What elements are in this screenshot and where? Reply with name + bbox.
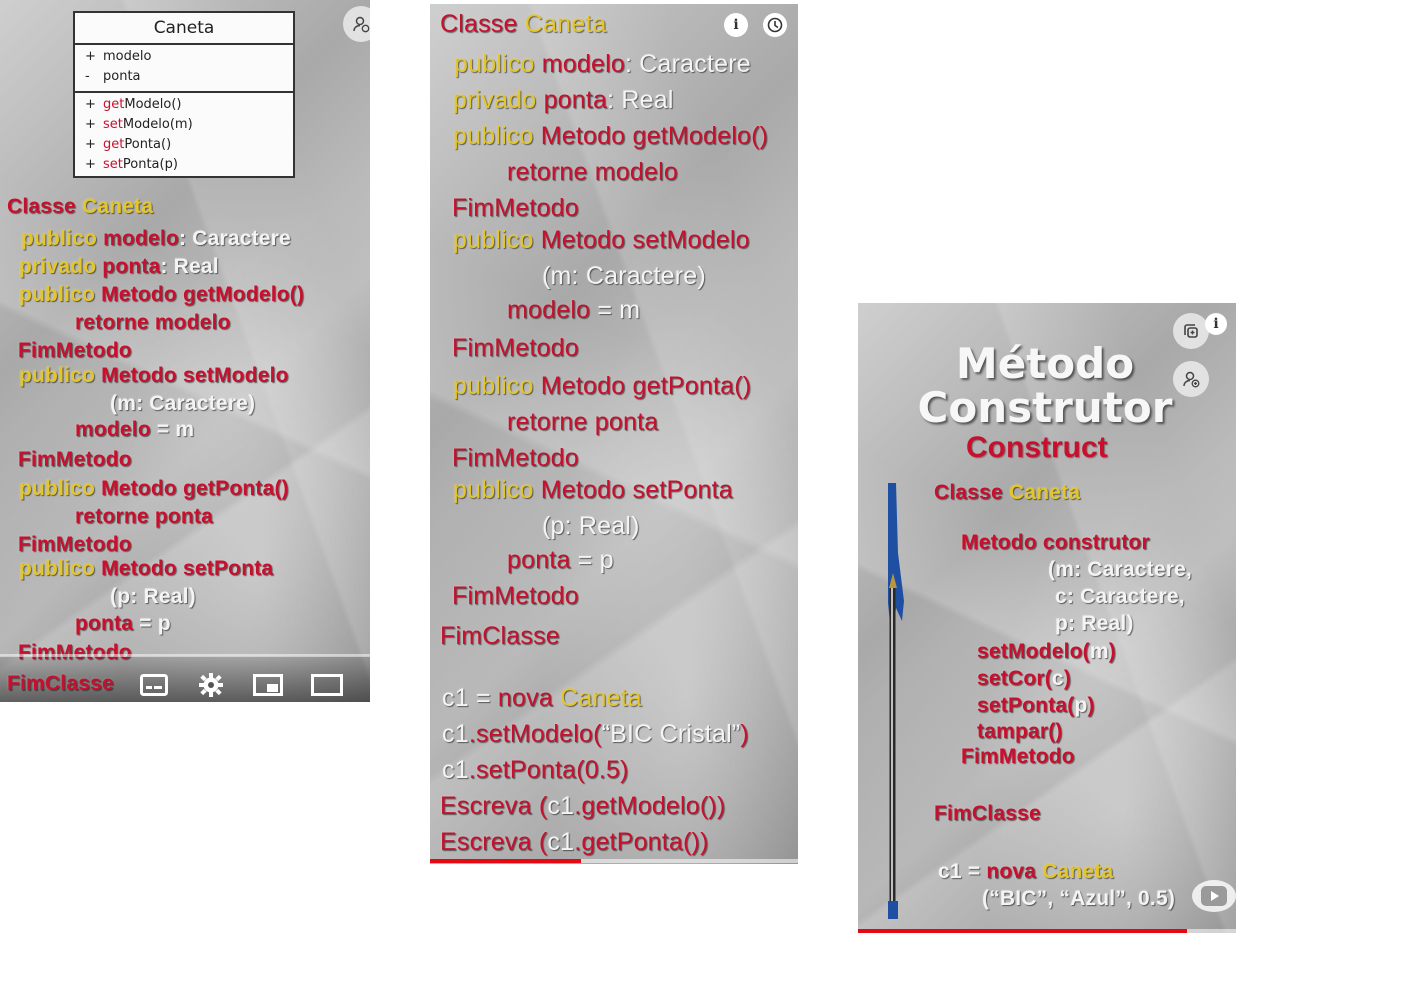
- code-line: FimMetodo: [18, 448, 132, 471]
- code-line: (p: Real): [110, 585, 196, 608]
- uml-method: + getPonta(): [85, 137, 172, 152]
- code-line: retorne modelo: [75, 311, 231, 334]
- uml-methods: + getModelo() + setModelo(m) + getPonta() +…: [75, 93, 293, 179]
- code-line: p: Real): [1055, 612, 1134, 635]
- code-line: FimMetodo: [452, 444, 579, 472]
- code-line: Escreva (c1.getPonta()): [440, 828, 709, 856]
- code-line: c: Caractere,: [1055, 585, 1185, 608]
- uml-method: + setModelo(m): [85, 117, 193, 132]
- code-line: publico Metodo getPonta(): [19, 477, 289, 500]
- code-line: Classe Caneta: [7, 195, 154, 218]
- bic-pen-image: [880, 481, 906, 923]
- code-line: FimMetodo: [452, 194, 579, 222]
- code-line: FimClasse: [934, 802, 1041, 825]
- code-line: publico Metodo setPonta: [453, 476, 733, 504]
- clock-icon[interactable]: [763, 13, 787, 37]
- code-line: (m: Caractere): [110, 392, 256, 415]
- code-line: modelo = m: [507, 296, 641, 324]
- code-line: setCor(c): [977, 667, 1072, 690]
- code-line: Classe Caneta: [934, 481, 1081, 504]
- uml-class-diagram: Caneta + modelo - ponta + getModelo() + setM…: [73, 11, 295, 178]
- code-line: publico Metodo getModelo(): [19, 283, 305, 306]
- code-line: publico Metodo setModelo: [19, 364, 289, 387]
- code-line: setPonta(p): [977, 694, 1095, 717]
- code-line: c1.setModelo(“BIC Cristal”): [442, 720, 749, 748]
- uml-method: + getModelo(): [85, 97, 182, 112]
- code-line: c1 = nova Caneta: [442, 684, 642, 712]
- code-line: publico Metodo setModelo: [453, 226, 750, 254]
- uml-attributes: + modelo - ponta: [75, 45, 293, 93]
- uml-attribute: - ponta: [85, 69, 141, 84]
- info-icon[interactable]: i: [724, 13, 748, 37]
- code-line: retorne ponta: [75, 505, 213, 528]
- code-line: publico modelo: Caractere: [454, 50, 751, 78]
- video-panel-left[interactable]: Caneta + modelo - ponta + getModelo() + setM…: [0, 0, 370, 702]
- video-subtitle: Construct: [966, 431, 1108, 464]
- code-line: privado ponta: Real: [453, 86, 674, 114]
- code-line: FimClasse: [7, 672, 114, 695]
- uml-class-name: Caneta: [75, 13, 293, 45]
- code-line: setModelo(m): [977, 640, 1116, 663]
- captions-icon[interactable]: [140, 674, 168, 696]
- code-line: (“BIC”, “Azul”, 0.5): [982, 887, 1176, 910]
- progress-track[interactable]: [0, 654, 370, 657]
- code-line: FimMetodo: [452, 334, 579, 362]
- settings-icon[interactable]: [198, 672, 224, 698]
- code-line: c1 = nova Caneta: [938, 860, 1114, 883]
- video-title-line2: Construtor: [917, 383, 1173, 432]
- code-line: retorne modelo: [507, 158, 678, 186]
- code-line: modelo = m: [75, 418, 195, 441]
- code-line: FimMetodo: [452, 582, 579, 610]
- video-title: Método: [955, 339, 1135, 388]
- code-line: tampar(): [977, 720, 1063, 743]
- code-line: FimMetodo: [18, 533, 132, 556]
- youtube-play-icon[interactable]: [1192, 880, 1236, 912]
- code-line: FimMetodo: [961, 745, 1075, 768]
- theater-mode-icon[interactable]: [311, 674, 343, 696]
- code-line: Classe Caneta: [440, 10, 607, 38]
- video-panel-right[interactable]: i Método Construtor Construct Classe Can…: [858, 303, 1236, 933]
- code-line: ponta = p: [507, 546, 614, 574]
- code-line: (m: Caractere): [542, 262, 706, 290]
- miniplayer-icon[interactable]: [253, 674, 283, 696]
- info-icon[interactable]: i: [1205, 313, 1227, 335]
- code-line: (p: Real): [542, 512, 640, 540]
- progress-fill: [858, 929, 1187, 933]
- code-line: publico Metodo setPonta: [19, 557, 274, 580]
- code-line: publico modelo: Caractere: [21, 227, 291, 250]
- progress-fill: [430, 859, 581, 863]
- code-line: privado ponta: Real: [19, 255, 219, 278]
- code-line: ponta = p: [75, 612, 171, 635]
- uml-attribute: + modelo: [85, 49, 152, 64]
- code-line: FimMetodo: [18, 339, 132, 362]
- add-user-icon[interactable]: [343, 6, 370, 42]
- video-panel-middle[interactable]: i Classe Caneta publico modelo: Caracter…: [430, 4, 798, 864]
- code-line: retorne ponta: [507, 408, 659, 436]
- code-line: publico Metodo getPonta(): [453, 372, 752, 400]
- code-line: publico Metodo getModelo(): [453, 122, 769, 150]
- code-line: c1.setPonta(0.5): [442, 756, 629, 784]
- code-line: FimClasse: [440, 622, 560, 650]
- code-line: (m: Caractere,: [1048, 558, 1193, 581]
- code-line: Metodo construtor: [961, 531, 1150, 554]
- code-line: Escreva (c1.getModelo()): [440, 792, 726, 820]
- uml-method: + setPonta(p): [85, 157, 178, 172]
